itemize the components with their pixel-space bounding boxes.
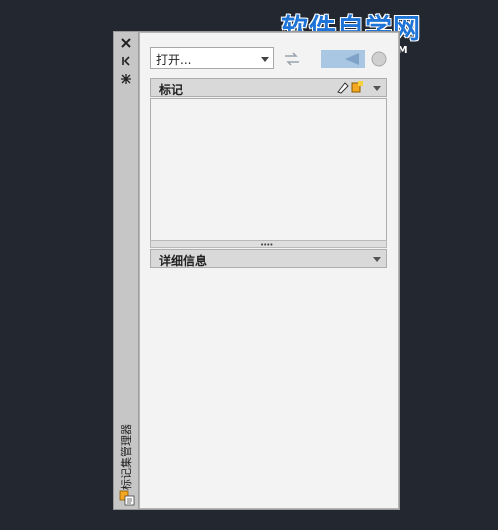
close-icon[interactable] [119, 36, 133, 50]
grip-icon: •••• [260, 241, 273, 249]
markup-flag-icon[interactable] [350, 80, 364, 97]
auto-hide-icon[interactable] [119, 54, 133, 68]
splitter-handle[interactable]: •••• [150, 240, 387, 249]
markup-set-manager-palette: 标记集管理器 打开... 标记 •••• 详细信息 [113, 31, 400, 510]
markup-list[interactable] [150, 98, 387, 241]
chevron-down-icon[interactable] [373, 257, 381, 262]
markup-section-header[interactable]: 标记 [150, 78, 387, 97]
markup-status-icon[interactable] [336, 80, 350, 97]
markup-section-label: 标记 [159, 83, 184, 97]
details-section-label: 详细信息 [159, 254, 208, 268]
palette-content: 打开... 标记 •••• 详细信息 [139, 32, 399, 509]
help-icon[interactable] [369, 50, 389, 68]
palette-title-text: 标记集管理器 [120, 424, 133, 490]
republish-icon[interactable] [282, 50, 302, 68]
markup-set-icon [119, 490, 135, 506]
open-dropdown-value: 打开... [156, 53, 192, 67]
view-markup-icon[interactable] [321, 50, 365, 68]
properties-icon[interactable] [119, 72, 133, 86]
chevron-down-icon [261, 57, 269, 62]
open-dropdown[interactable]: 打开... [150, 47, 274, 69]
details-section-header[interactable]: 详细信息 [150, 249, 387, 268]
chevron-down-icon[interactable] [373, 86, 381, 91]
palette-title-bar[interactable]: 标记集管理器 [114, 32, 139, 509]
